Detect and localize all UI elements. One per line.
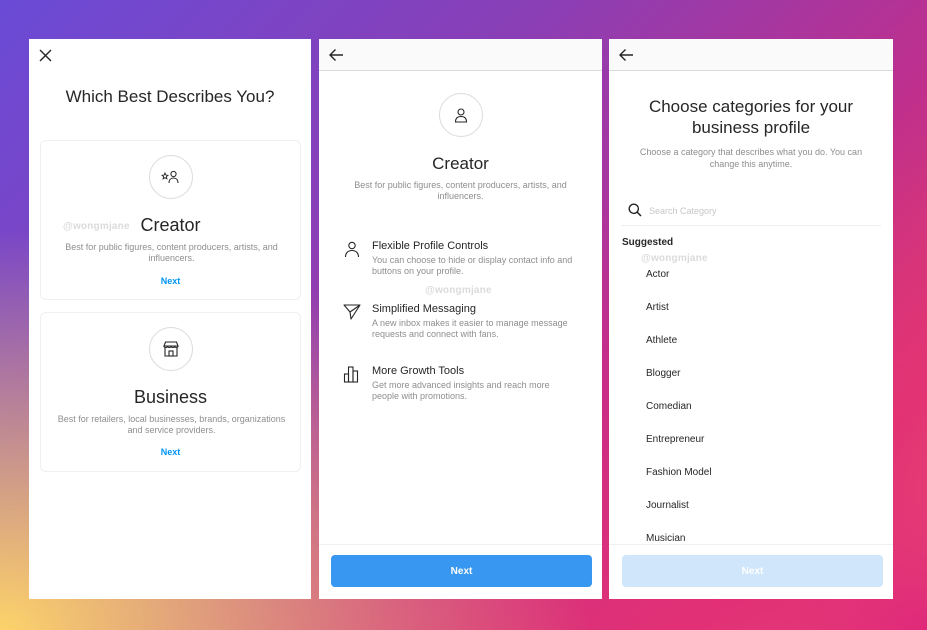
creator-details-screen: Creator Best for public figures, content… (319, 39, 602, 599)
creator-star-person-icon (148, 155, 193, 199)
creator-option-card[interactable]: Creator Best for public figures, content… (40, 140, 301, 300)
top-bar (319, 39, 602, 71)
account-type-screen: Which Best Describes You? Creator Best f… (29, 39, 311, 599)
search-icon (628, 203, 642, 222)
category-item-entrepreneur[interactable]: Entrepreneur (646, 434, 704, 445)
close-icon[interactable] (39, 49, 52, 62)
page-title: Choose categories for your business prof… (648, 97, 854, 137)
category-item-actor[interactable]: Actor (646, 269, 669, 280)
feature-description: A new inbox makes it easier to manage me… (372, 318, 568, 339)
feature-description: Get more advanced insights and reach mor… (372, 380, 550, 401)
person-avatar-icon (438, 93, 483, 137)
top-bar (609, 39, 893, 71)
next-button[interactable]: Next (331, 555, 592, 587)
person-icon (343, 240, 363, 260)
watermark: @wongmjane (425, 285, 492, 296)
creator-next-link[interactable]: Next (41, 276, 300, 286)
category-item-artist[interactable]: Artist (646, 302, 669, 313)
feature-title: More Growth Tools (372, 365, 465, 377)
business-card-description: Best for retailers, local businesses, br… (57, 414, 286, 435)
page-description: Choose a category that describes what yo… (639, 147, 863, 169)
paper-plane-icon (343, 303, 363, 323)
creator-title: Creator (432, 154, 489, 173)
business-next-link[interactable]: Next (41, 447, 300, 457)
page-title: Which Best Describes You? (65, 87, 275, 106)
category-item-comedian[interactable]: Comedian (646, 401, 692, 412)
suggested-label: Suggested (622, 237, 674, 248)
watermark: @wongmjane (63, 221, 130, 232)
search-category-input[interactable] (649, 203, 869, 219)
category-item-fashion-model[interactable]: Fashion Model (646, 467, 712, 478)
next-button-disabled[interactable]: Next (622, 555, 883, 587)
category-search (621, 196, 881, 226)
feature-title: Flexible Profile Controls (372, 240, 489, 252)
business-category-screen: Choose categories for your business prof… (609, 39, 893, 599)
business-option-card[interactable]: Business Best for retailers, local busin… (40, 312, 301, 472)
bar-chart-icon (343, 365, 363, 385)
feature-description: You can choose to hide or display contac… (372, 255, 573, 276)
creator-description: Best for public figures, content produce… (354, 180, 567, 201)
watermark: @wongmjane (641, 253, 708, 264)
storefront-icon (148, 327, 193, 371)
category-item-journalist[interactable]: Journalist (646, 500, 689, 511)
category-item-blogger[interactable]: Blogger (646, 368, 680, 379)
business-card-title: Business (133, 387, 208, 407)
back-arrow-icon[interactable] (618, 48, 634, 62)
creator-card-description: Best for public figures, content produce… (65, 242, 278, 263)
category-item-athlete[interactable]: Athlete (646, 335, 677, 346)
back-arrow-icon[interactable] (328, 48, 344, 62)
category-item-musician[interactable]: Musician (646, 533, 685, 544)
feature-title: Simplified Messaging (372, 303, 476, 315)
